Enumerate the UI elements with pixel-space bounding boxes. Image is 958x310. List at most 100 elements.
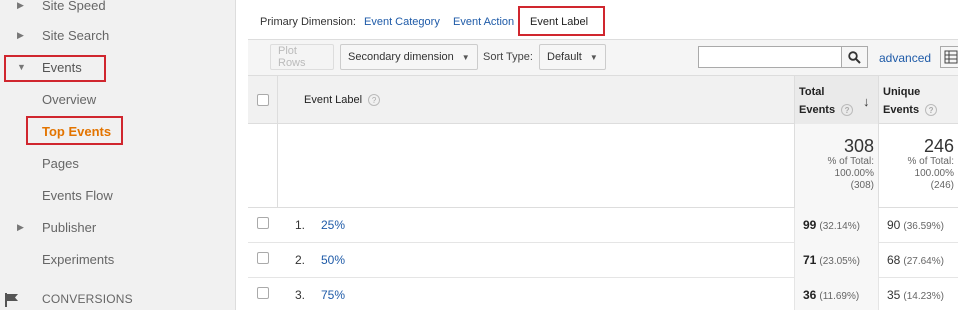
column-header-text: Event Label xyxy=(304,94,363,106)
help-icon[interactable]: ? xyxy=(925,104,938,117)
cell-value: 36 xyxy=(803,288,817,302)
plot-rows-button[interactable]: Plot Rows xyxy=(270,44,334,70)
sort-type-value: Default xyxy=(547,51,582,63)
sidebar-item-experiments[interactable]: Experiments xyxy=(0,244,234,274)
dropdown-caret-icon: ▼ xyxy=(461,52,470,62)
total-pct: 100.00% xyxy=(834,168,874,179)
sidebar-item-label: Site Search xyxy=(42,27,110,43)
expand-arrow-icon: ▶ xyxy=(17,0,24,10)
sidebar-item-top-events[interactable]: Top Events xyxy=(0,116,234,146)
cell-value: 99 xyxy=(803,218,817,232)
sidebar-item-label: Events Flow xyxy=(42,187,113,203)
dimension-event-category[interactable]: Event Category xyxy=(364,16,440,28)
total-pct: 100.00% xyxy=(914,168,954,179)
unique-events-cell: 35 (14.23%) xyxy=(878,278,958,310)
sidebar-item-label: Pages xyxy=(42,155,79,171)
flag-icon xyxy=(5,293,18,307)
sidebar-item-overview[interactable]: Overview xyxy=(0,84,234,114)
cell-value: 35 xyxy=(887,288,901,302)
total-abs: (246) xyxy=(930,180,954,191)
cell-pct: (27.64%) xyxy=(903,256,944,267)
table-toolbar: Plot Rows Secondary dimension ▼ Sort Typ… xyxy=(248,40,958,76)
sidebar-item-label: CONVERSIONS xyxy=(42,292,133,306)
row-checkbox[interactable] xyxy=(257,217,269,229)
sidebar: ▶ Site Speed ▶ Site Search ▼ Events Over… xyxy=(0,0,236,310)
cell-value: 90 xyxy=(887,218,901,232)
totals-row: 308 % of Total: 100.00% (308) 246 % of T… xyxy=(248,124,958,208)
sidebar-item-pages[interactable]: Pages xyxy=(0,148,234,178)
help-icon[interactable]: ? xyxy=(368,94,381,107)
select-all-checkbox[interactable] xyxy=(257,94,269,106)
unique-events-cell: 68 (27.64%) xyxy=(878,243,958,278)
total-events-cell: 36 (11.69%) xyxy=(794,278,878,310)
secondary-dimension-dropdown[interactable]: Secondary dimension ▼ xyxy=(340,44,478,70)
total-pct-label: % of Total: xyxy=(827,156,874,167)
unique-events-cell: 90 (36.59%) xyxy=(878,208,958,243)
grid-icon xyxy=(944,50,958,64)
sidebar-item-events[interactable]: ▼ Events xyxy=(0,52,234,82)
sidebar-item-label: Site Speed xyxy=(42,0,106,13)
report-panel: Primary Dimension: Event Category Event … xyxy=(248,0,958,310)
row-checkbox[interactable] xyxy=(257,287,269,299)
row-label-link[interactable]: 50% xyxy=(321,253,345,267)
help-icon[interactable]: ? xyxy=(841,104,854,117)
secondary-dimension-label: Secondary dimension xyxy=(348,51,454,63)
cell-pct: (36.59%) xyxy=(903,221,944,232)
sidebar-item-site-search[interactable]: ▶ Site Search xyxy=(0,20,234,50)
column-header-unique-events[interactable]: Unique Events? xyxy=(878,76,958,124)
row-number: 2. xyxy=(295,253,306,267)
total-pct-label: % of Total: xyxy=(907,156,954,167)
total-value: 308 xyxy=(843,136,874,156)
dropdown-caret-icon: ▼ xyxy=(589,52,598,62)
total-events-cell: 99 (32.14%) xyxy=(794,208,878,243)
sidebar-item-label: Publisher xyxy=(42,219,97,235)
primary-dimension-bar: Primary Dimension: Event Category Event … xyxy=(248,0,958,40)
column-header-event-label[interactable]: Event Label? xyxy=(304,94,381,107)
plot-rows-label: Plot Rows xyxy=(278,45,306,69)
row-number: 1. xyxy=(295,218,306,232)
sidebar-item-label: Events xyxy=(42,59,82,75)
sidebar-item-label: Experiments xyxy=(42,251,115,267)
table-search-input[interactable] xyxy=(698,46,842,68)
row-label-link[interactable]: 25% xyxy=(321,218,345,232)
sort-type-label: Sort Type: xyxy=(483,51,533,63)
cell-pct: (14.23%) xyxy=(903,291,944,302)
table-row: 1. 25% 99 (32.14%) 90 (36.59%) xyxy=(248,208,958,243)
cell-pct: (32.14%) xyxy=(819,221,860,232)
select-column xyxy=(248,124,278,208)
total-abs: (308) xyxy=(850,180,874,191)
sort-descending-icon: ↓ xyxy=(863,94,870,109)
row-label-link[interactable]: 75% xyxy=(321,288,345,302)
primary-dimension-label: Primary Dimension: xyxy=(260,16,356,28)
collapse-arrow-icon: ▼ xyxy=(17,62,26,72)
sidebar-item-publisher[interactable]: ▶ Publisher xyxy=(0,212,234,242)
total-value: 246 xyxy=(923,136,954,156)
column-header-text: Events xyxy=(883,104,920,116)
column-header-text: Events xyxy=(799,104,836,116)
column-header-text: Unique xyxy=(883,86,921,98)
cell-value: 71 xyxy=(803,253,817,267)
search-icon xyxy=(848,50,861,64)
table-view-button[interactable] xyxy=(940,46,958,68)
cell-pct: (23.05%) xyxy=(819,256,860,267)
advanced-filter-link[interactable]: advanced xyxy=(879,51,931,65)
table-header: Event Label? Total Events? ↓ Unique Even… xyxy=(248,76,958,124)
sidebar-item-site-speed[interactable]: ▶ Site Speed xyxy=(0,0,234,20)
select-column xyxy=(248,76,278,124)
table-row: 2. 50% 71 (23.05%) 68 (27.64%) xyxy=(248,243,958,278)
total-events-cell: 71 (23.05%) xyxy=(794,243,878,278)
expand-arrow-icon: ▶ xyxy=(17,221,24,232)
sidebar-item-label: Top Events xyxy=(42,123,112,139)
sort-type-dropdown[interactable]: Default ▼ xyxy=(539,44,606,70)
column-header-total-events[interactable]: Total Events? ↓ xyxy=(794,76,878,124)
dimension-event-label[interactable]: Event Label xyxy=(530,16,588,28)
row-checkbox[interactable] xyxy=(257,252,269,264)
sidebar-item-events-flow[interactable]: Events Flow xyxy=(0,180,234,210)
row-number: 3. xyxy=(295,288,306,302)
search-button[interactable] xyxy=(842,46,868,68)
sidebar-item-label: Overview xyxy=(42,91,97,107)
unique-events-summary: 246 % of Total: 100.00% (246) xyxy=(878,124,958,208)
dimension-event-action[interactable]: Event Action xyxy=(453,16,514,28)
expand-arrow-icon: ▶ xyxy=(17,29,24,40)
sidebar-item-conversions[interactable]: CONVERSIONS xyxy=(0,284,234,310)
